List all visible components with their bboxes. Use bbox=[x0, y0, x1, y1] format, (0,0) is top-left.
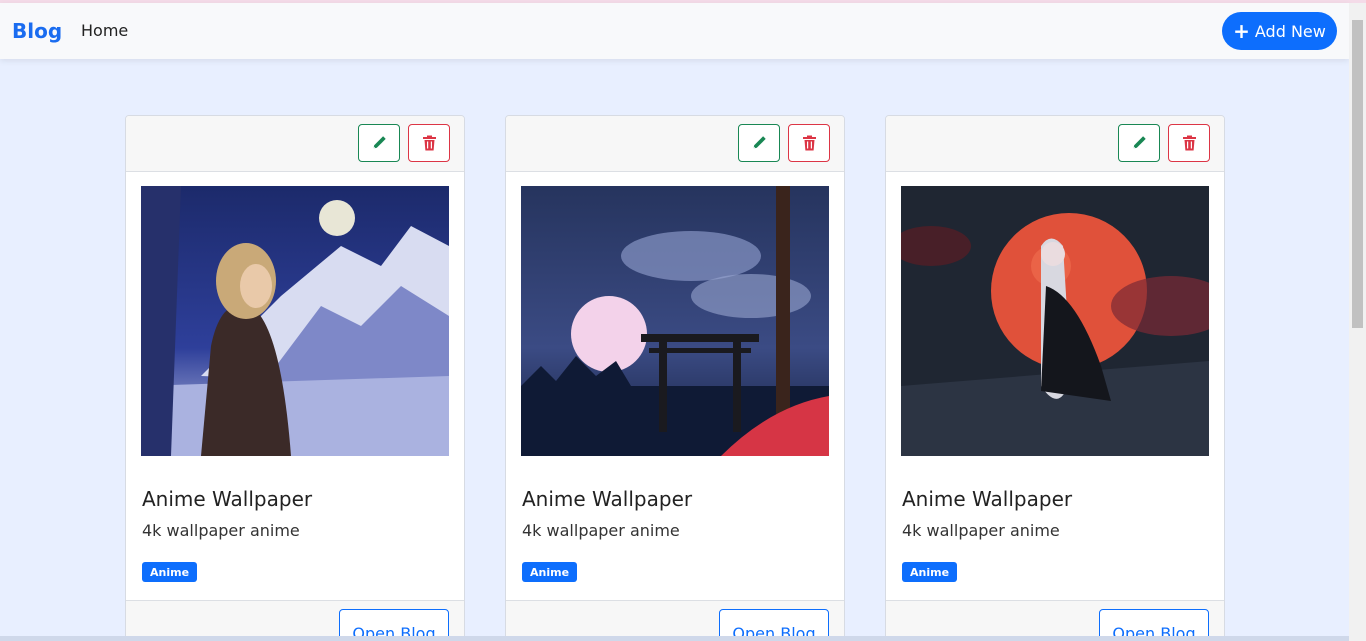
card-description: 4k wallpaper anime bbox=[142, 521, 300, 540]
add-new-button[interactable]: + Add New bbox=[1222, 12, 1337, 50]
plus-icon: + bbox=[1233, 19, 1250, 43]
card-image-red-moon bbox=[901, 186, 1209, 456]
brand-logo[interactable]: Blog bbox=[12, 19, 62, 43]
delete-button[interactable] bbox=[788, 124, 830, 162]
edit-button[interactable] bbox=[358, 124, 400, 162]
vertical-scrollbar[interactable] bbox=[1349, 3, 1366, 641]
card-header bbox=[506, 116, 844, 172]
card-header bbox=[126, 116, 464, 172]
scrollbar-thumb[interactable] bbox=[1352, 20, 1363, 328]
delete-button[interactable] bbox=[1168, 124, 1210, 162]
blog-card: Anime Wallpaper 4k wallpaper anime Anime… bbox=[125, 115, 465, 641]
card-footer: Open Blog bbox=[886, 600, 1224, 641]
edit-button[interactable] bbox=[738, 124, 780, 162]
nav-home-link[interactable]: Home bbox=[81, 21, 128, 40]
navbar: Blog Home + Add New bbox=[0, 3, 1349, 59]
card-title: Anime Wallpaper bbox=[522, 487, 693, 511]
trash-icon bbox=[802, 135, 816, 151]
add-new-label: Add New bbox=[1254, 21, 1326, 41]
category-badge: Anime bbox=[522, 562, 578, 582]
category-badge: Anime bbox=[902, 562, 958, 582]
card-footer: Open Blog bbox=[506, 600, 844, 641]
edit-button[interactable] bbox=[1118, 124, 1160, 162]
pencil-icon bbox=[1133, 136, 1146, 149]
card-description: 4k wallpaper anime bbox=[522, 521, 680, 540]
card-header bbox=[886, 116, 1224, 172]
card-title: Anime Wallpaper bbox=[142, 487, 313, 511]
blog-card: Anime Wallpaper 4k wallpaper anime Anime… bbox=[885, 115, 1225, 641]
card-title: Anime Wallpaper bbox=[902, 487, 1073, 511]
pencil-icon bbox=[373, 136, 386, 149]
blog-card: Anime Wallpaper 4k wallpaper anime Anime… bbox=[505, 115, 845, 641]
card-description: 4k wallpaper anime bbox=[902, 521, 1060, 540]
card-image-moon-mountains bbox=[141, 186, 449, 456]
trash-icon bbox=[422, 135, 436, 151]
delete-button[interactable] bbox=[408, 124, 450, 162]
pencil-icon bbox=[753, 136, 766, 149]
trash-icon bbox=[1182, 135, 1196, 151]
card-image-torii-moon bbox=[521, 186, 829, 456]
category-badge: Anime bbox=[142, 562, 198, 582]
bottom-edge bbox=[0, 636, 1349, 641]
card-footer: Open Blog bbox=[126, 600, 464, 641]
